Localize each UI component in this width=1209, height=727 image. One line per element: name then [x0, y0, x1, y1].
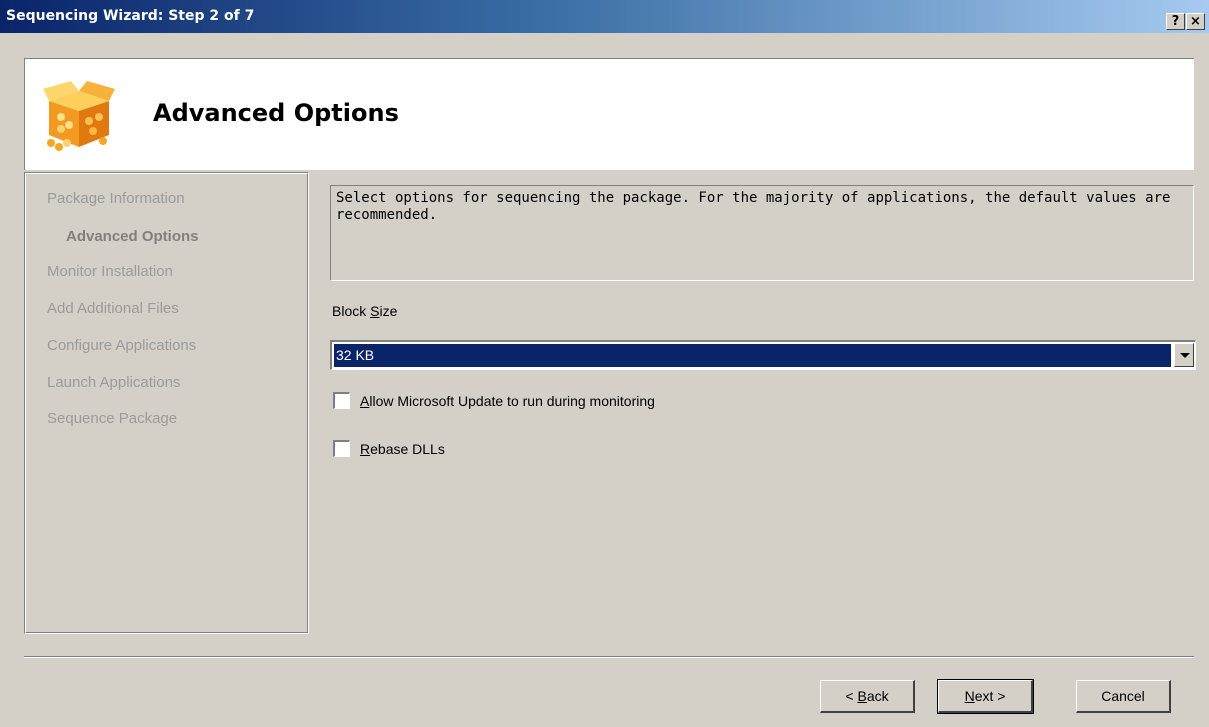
description-box: Select options for sequencing the packag…	[330, 185, 1194, 281]
nav-item-monitor-installation: Monitor Installation	[47, 263, 173, 280]
next-button[interactable]: Next >	[937, 679, 1034, 714]
back-button[interactable]: < Back	[820, 680, 915, 713]
allow-update-checkbox[interactable]	[333, 392, 350, 409]
nav-item-advanced-options: Advanced Options	[66, 228, 199, 245]
footer-divider	[24, 656, 1194, 658]
window-title: Sequencing Wizard: Step 2 of 7	[6, 8, 255, 24]
close-icon: ×	[1190, 14, 1201, 29]
help-icon: ?	[1171, 14, 1180, 29]
nav-item-package-information: Package Information	[47, 190, 185, 207]
nav-item-launch-applications: Launch Applications	[47, 374, 181, 391]
nav-item-add-additional-files: Add Additional Files	[47, 300, 179, 317]
wizard-header: Advanced Options	[24, 58, 1194, 170]
chevron-down-icon[interactable]	[1174, 343, 1194, 367]
block-size-value: 32 KB	[333, 343, 1172, 368]
title-bar[interactable]: Sequencing Wizard: Step 2 of 7 ? ×	[0, 0, 1209, 33]
wizard-steps-panel: Package Information Advanced Options Mon…	[24, 172, 309, 634]
close-button[interactable]: ×	[1186, 13, 1205, 30]
rebase-dlls-label[interactable]: Rebase DLLs	[360, 441, 445, 457]
nav-item-configure-applications: Configure Applications	[47, 337, 197, 354]
allow-update-label[interactable]: Allow Microsoft Update to run during mon…	[360, 393, 655, 409]
rebase-dlls-checkbox[interactable]	[333, 440, 350, 457]
cancel-button[interactable]: Cancel	[1076, 680, 1171, 713]
help-button[interactable]: ?	[1166, 13, 1185, 30]
page-title: Advanced Options	[153, 99, 399, 127]
nav-item-sequence-package: Sequence Package	[47, 410, 178, 427]
block-size-label: Block Size	[332, 303, 398, 319]
block-size-select[interactable]: 32 KB	[330, 340, 1196, 370]
package-box-icon	[41, 77, 117, 153]
